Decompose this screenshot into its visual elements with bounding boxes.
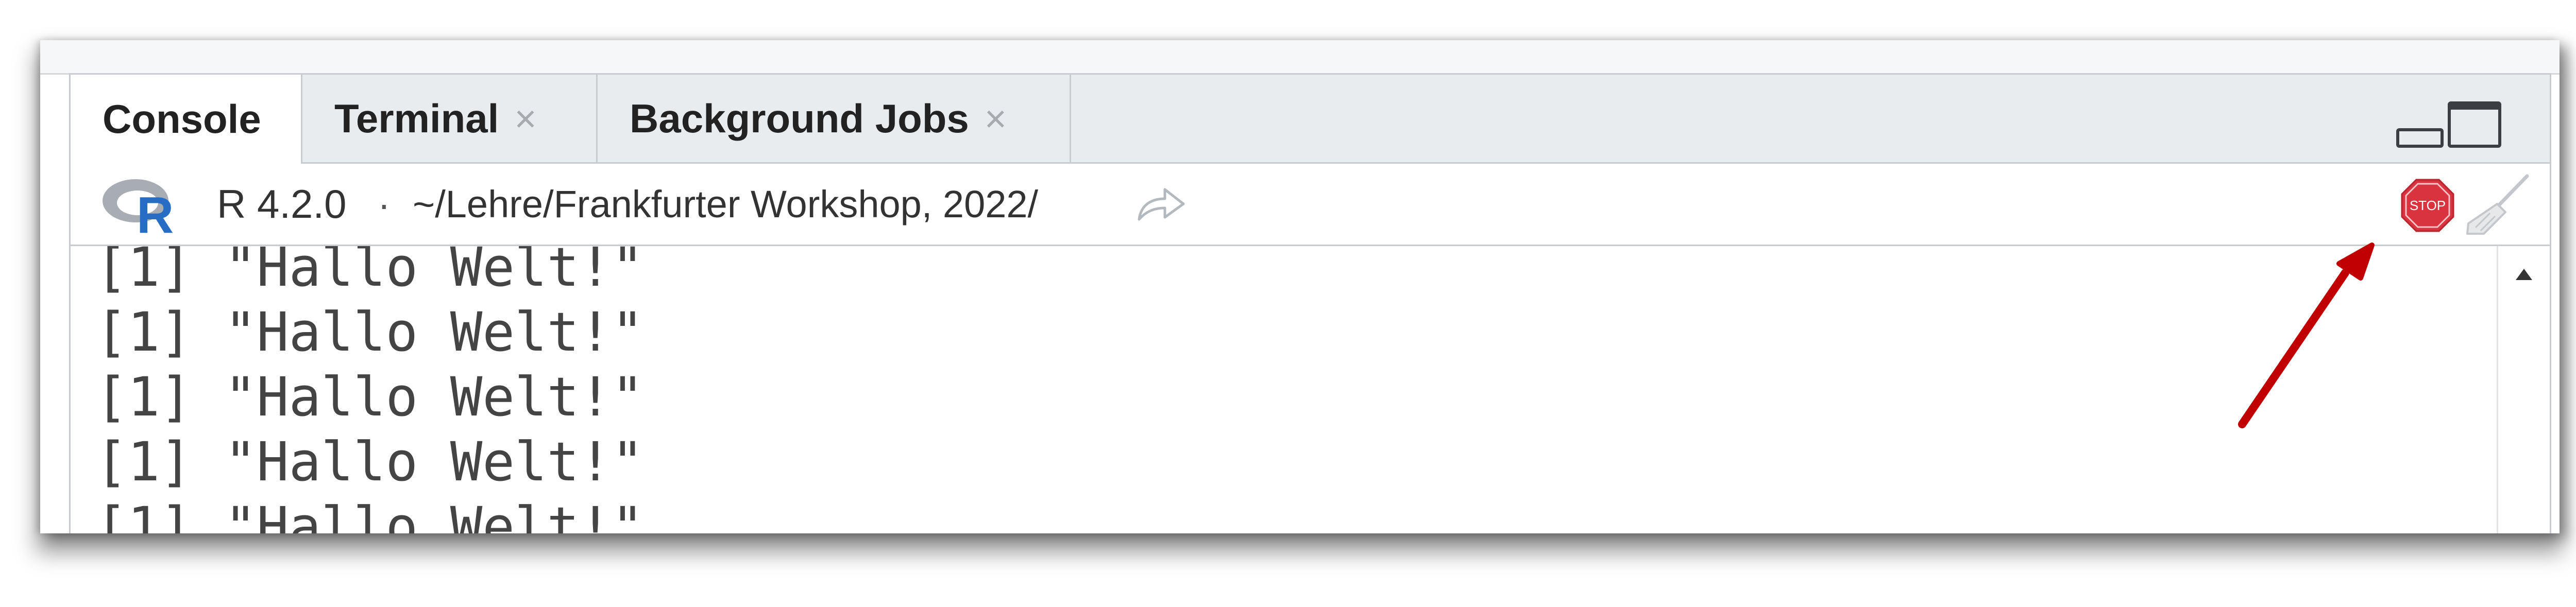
rstudio-console-pane: Console Terminal × Background Jobs × R R… [40, 40, 2560, 533]
scroll-up-arrow-icon[interactable] [2516, 269, 2532, 280]
console-info-bar: R R 4.2.0 · ~/Lehre/Frankfurter Workshop… [71, 164, 2550, 246]
go-to-directory-icon[interactable] [1135, 183, 1187, 224]
console-output[interactable]: [1] "Hallo Welt!" [1] "Hallo Welt!" [1] … [71, 246, 2550, 533]
pane-window-controls [2396, 101, 2501, 148]
tab-console-label: Console [103, 96, 261, 142]
minimize-pane-icon[interactable] [2396, 128, 2444, 148]
console-panel: Console Terminal × Background Jobs × R R… [69, 73, 2551, 533]
close-icon[interactable]: × [985, 97, 1007, 141]
broom-icon[interactable] [2463, 173, 2531, 237]
tab-background-jobs-label: Background Jobs [630, 95, 969, 141]
r-version-label: R 4.2.0 [217, 181, 347, 227]
stop-icon-label: STOP [2410, 198, 2446, 213]
output-line: [1] "Hallo Welt!" [95, 430, 644, 493]
r-logo-icon: R [103, 179, 174, 237]
console-output-lines: [1] "Hallo Welt!" [1] "Hallo Welt!" [1] … [95, 246, 643, 533]
output-line: [1] "Hallo Welt!" [95, 495, 644, 533]
tab-bar: Console Terminal × Background Jobs × [71, 75, 2550, 164]
tab-terminal[interactable]: Terminal × [302, 75, 598, 162]
working-directory-path: ~/Lehre/Frankfurter Workshop, 2022/ [413, 183, 1039, 226]
tab-terminal-label: Terminal [334, 95, 499, 141]
vertical-scrollbar[interactable] [2497, 246, 2550, 533]
svg-text:R: R [137, 186, 174, 237]
tab-background-jobs[interactable]: Background Jobs × [598, 75, 1071, 162]
separator-dot: · [378, 183, 391, 226]
output-line: [1] "Hallo Welt!" [95, 246, 644, 299]
upper-pane-edge [40, 40, 2560, 75]
maximize-pane-icon[interactable] [2448, 101, 2501, 148]
tab-console[interactable]: Console [71, 75, 302, 164]
output-line: [1] "Hallo Welt!" [95, 366, 644, 428]
close-icon[interactable]: × [514, 97, 536, 141]
output-line: [1] "Hallo Welt!" [95, 301, 644, 363]
stop-icon[interactable]: STOP [2400, 178, 2455, 233]
